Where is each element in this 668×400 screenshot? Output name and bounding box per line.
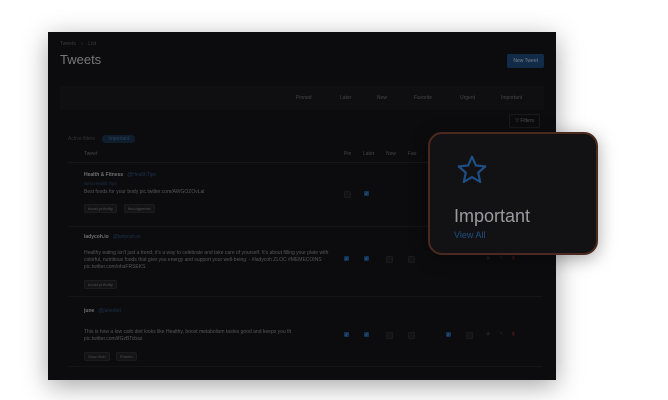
view-all-link[interactable]: View All [454,230,485,240]
author-name: june [84,308,95,314]
view-icon[interactable]: ◉ [486,255,490,261]
important-callout[interactable]: Important View All [428,132,598,255]
important-checkbox[interactable] [466,332,473,339]
column-tweet[interactable]: Tweet [84,151,97,157]
tweet-author: june @junediet [84,308,121,314]
tweet-tag[interactable]: boost.yr.thrifty [84,204,117,213]
breadcrumb-home[interactable]: Tweets [60,41,76,47]
tab-urgent[interactable]: Urgent [460,95,475,101]
tweet-text: Best foods for your body pic.twitter.com… [84,189,205,195]
breadcrumb: Tweets › List [60,41,100,47]
new-tweet-button[interactable]: New Tweet [507,54,544,68]
pin-checkbox[interactable] [344,191,351,198]
edit-icon[interactable]: ✎ [499,255,503,261]
filter-tabs: Pinned Later Now Favorite Urgent Importa… [60,86,544,110]
author-handle[interactable]: @junediet [98,308,121,314]
callout-title: Important [454,206,531,226]
column-later[interactable]: Later [363,151,374,157]
column-pin[interactable]: Pin [344,151,351,157]
filters-button[interactable]: ▽ Filters [509,114,540,128]
filters-label: Filters [520,118,534,124]
later-checkbox[interactable]: ✓ [364,256,369,261]
breadcrumb-separator: › [81,41,83,47]
tweet-tag[interactable]: Slow Vich [84,352,110,361]
tweet-author: Health & Fitness @HealthTips [84,172,156,178]
tweet-tag[interactable]: Protein [116,352,137,361]
author-name: ladycoh.io [84,234,109,240]
tab-pinned[interactable]: Pinned [296,95,312,101]
tab-now[interactable]: Now [377,95,387,101]
page-title: Tweets [60,52,102,67]
view-icon[interactable]: ◉ [486,331,490,337]
author-handle[interactable]: @HealthTips [127,172,156,178]
star-icon [457,155,487,184]
author-handle[interactable]: @ladycoh.io [113,234,141,240]
later-checkbox[interactable]: ✓ [364,191,369,196]
active-filter-pill[interactable]: Important [102,135,136,143]
tab-later[interactable]: Later [340,95,351,101]
column-now[interactable]: Now [386,151,396,157]
breadcrumb-current: List [88,41,97,47]
now-checkbox[interactable] [386,332,393,339]
tweet-text: This is how a low carb diet looks like H… [84,329,291,342]
tab-important[interactable]: Important [501,95,522,101]
author-name: Health & Fitness [84,172,124,178]
tweet-tag[interactable]: find.dgsense [124,204,155,213]
pin-checkbox[interactable]: ✓ [344,256,349,261]
edit-icon[interactable]: ✎ [499,331,503,337]
tweet-tag[interactable]: boost.yr.thrifty [84,280,117,289]
delete-icon[interactable]: ▮ [512,255,515,261]
now-checkbox[interactable] [386,256,393,263]
column-fav[interactable]: Fav [408,151,416,157]
tab-favorite[interactable]: Favorite [414,95,432,101]
active-filters-label: Active filters [68,136,95,142]
later-checkbox[interactable]: ✓ [364,332,369,337]
fav-checkbox[interactable] [408,332,415,339]
delete-icon[interactable]: ▮ [512,331,515,337]
tweet-author: ladycoh.io @ladycoh.io [84,234,140,240]
funnel-icon: ▽ [515,118,519,124]
active-filters: Active filters Important [68,135,136,143]
urgent-checkbox[interactable]: ✓ [446,332,451,337]
tweet-text: Healthy eating isn't just a trend; it's … [84,250,329,270]
fav-checkbox[interactable] [408,256,415,263]
author-subtitle: Best Health Tips [84,181,117,186]
pin-checkbox[interactable]: ✓ [344,332,349,337]
table-row: june @junediet This is how a low carb die… [68,298,542,367]
